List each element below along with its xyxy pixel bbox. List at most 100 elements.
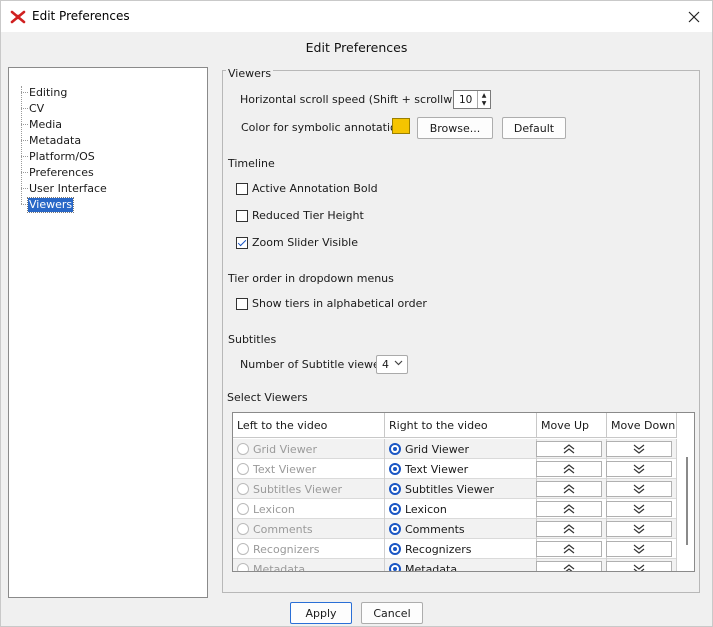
default-button[interactable]: Default	[502, 117, 566, 139]
column-header-left[interactable]: Left to the video	[233, 413, 385, 438]
sidebar-item-label: Media	[29, 117, 63, 131]
sidebar-item-viewers[interactable]: Viewers	[21, 196, 75, 213]
column-header-move-down[interactable]: Move Down	[607, 413, 677, 438]
left-radio[interactable]	[237, 503, 249, 515]
left-viewer-name: Comments	[253, 522, 313, 536]
column-header-move-up[interactable]: Move Up	[537, 413, 607, 438]
scroll-speed-spinner[interactable]: 10 ▲ ▼	[453, 90, 491, 109]
scrollbar-thumb[interactable]	[686, 457, 688, 545]
move-down-button[interactable]	[606, 521, 672, 537]
table-header: Left to the video Right to the video Mov…	[233, 413, 677, 438]
left-radio[interactable]	[237, 543, 249, 555]
reduced-tier-height-label: Reduced Tier Height	[252, 209, 364, 222]
left-viewer-name: Recognizers	[253, 542, 320, 556]
table-row: Metadata Metadata	[233, 559, 677, 571]
sidebar-item-label: Metadata	[29, 133, 82, 147]
reduced-tier-height-checkbox[interactable]	[236, 210, 248, 222]
right-radio[interactable]	[389, 483, 401, 495]
right-radio[interactable]	[389, 543, 401, 555]
move-up-cell	[536, 439, 607, 459]
left-video-cell[interactable]: Metadata	[233, 559, 385, 571]
spinner-down-icon[interactable]: ▼	[478, 99, 490, 107]
spinner-up-icon[interactable]: ▲	[478, 91, 490, 99]
subtitle-count-select[interactable]: 4	[376, 355, 408, 374]
table-scrollbar[interactable]	[678, 439, 694, 571]
move-down-button[interactable]	[606, 461, 672, 477]
right-viewer-name: Subtitles Viewer	[405, 482, 495, 496]
move-up-button[interactable]	[536, 541, 602, 557]
right-video-cell[interactable]: Grid Viewer	[385, 439, 537, 459]
sidebar-item-media[interactable]: Media	[21, 117, 63, 132]
move-up-cell	[536, 539, 607, 559]
left-video-cell[interactable]: Text Viewer	[233, 459, 385, 479]
right-video-cell[interactable]: Lexicon	[385, 499, 537, 519]
sidebar-item-platform-os[interactable]: Platform/OS	[21, 149, 96, 164]
cancel-button[interactable]: Cancel	[361, 602, 423, 624]
sidebar-item-editing[interactable]: Editing	[21, 85, 68, 100]
left-radio[interactable]	[237, 443, 249, 455]
viewers-table: Left to the video Right to the video Mov…	[232, 412, 695, 572]
left-radio[interactable]	[237, 563, 249, 571]
table-row: Lexicon Lexicon	[233, 499, 677, 519]
move-down-button[interactable]	[606, 501, 672, 517]
left-video-cell[interactable]: Grid Viewer	[233, 439, 385, 459]
right-radio[interactable]	[389, 443, 401, 455]
sidebar-item-label: Platform/OS	[29, 149, 95, 163]
move-up-button[interactable]	[536, 501, 602, 517]
move-down-button[interactable]	[606, 441, 672, 457]
right-video-cell[interactable]: Metadata	[385, 559, 537, 571]
double-chevron-up-icon	[563, 464, 575, 474]
right-radio[interactable]	[389, 563, 401, 571]
move-up-cell	[536, 499, 607, 519]
column-header-right[interactable]: Right to the video	[385, 413, 537, 438]
tree-connector	[21, 140, 28, 141]
move-up-button[interactable]	[536, 461, 602, 477]
move-down-button[interactable]	[606, 541, 672, 557]
left-radio[interactable]	[237, 523, 249, 535]
right-radio[interactable]	[389, 503, 401, 515]
right-video-cell[interactable]: Recognizers	[385, 539, 537, 559]
right-radio[interactable]	[389, 523, 401, 535]
left-radio[interactable]	[237, 483, 249, 495]
scroll-speed-value: 10	[459, 94, 473, 106]
tree-connector	[21, 188, 28, 189]
preferences-dialog: Edit Preferences Edit Preferences Editin…	[0, 0, 713, 627]
sidebar-item-user-interface[interactable]: User Interface	[21, 181, 108, 196]
move-up-button[interactable]	[536, 521, 602, 537]
right-radio[interactable]	[389, 463, 401, 475]
left-video-cell[interactable]: Lexicon	[233, 499, 385, 519]
move-up-button[interactable]	[536, 481, 602, 497]
double-chevron-up-icon	[563, 524, 575, 534]
right-viewer-name: Lexicon	[405, 502, 447, 516]
move-down-cell	[606, 479, 677, 499]
sidebar-item-label: User Interface	[29, 181, 107, 195]
close-button[interactable]	[679, 5, 709, 29]
sidebar-item-cv[interactable]: CV	[21, 101, 45, 116]
left-video-cell[interactable]: Comments	[233, 519, 385, 539]
right-video-cell[interactable]: Comments	[385, 519, 537, 539]
timeline-heading: Timeline	[228, 157, 275, 170]
left-video-cell[interactable]: Subtitles Viewer	[233, 479, 385, 499]
move-up-cell	[536, 479, 607, 499]
left-viewer-name: Grid Viewer	[253, 442, 317, 456]
move-up-button[interactable]	[536, 561, 602, 571]
apply-button[interactable]: Apply	[290, 602, 352, 624]
move-down-button[interactable]	[606, 481, 672, 497]
zoom-slider-visible-checkbox[interactable]	[236, 237, 248, 249]
active-annotation-bold-checkbox[interactable]	[236, 183, 248, 195]
left-video-cell[interactable]: Recognizers	[233, 539, 385, 559]
move-down-button[interactable]	[606, 561, 672, 571]
sidebar-item-preferences[interactable]: Preferences	[21, 165, 95, 180]
move-up-button[interactable]	[536, 441, 602, 457]
move-up-cell	[536, 519, 607, 539]
alphabetical-order-checkbox[interactable]	[236, 298, 248, 310]
double-chevron-up-icon	[563, 564, 575, 571]
right-video-cell[interactable]: Text Viewer	[385, 459, 537, 479]
move-down-cell	[606, 499, 677, 519]
left-radio[interactable]	[237, 463, 249, 475]
right-video-cell[interactable]: Subtitles Viewer	[385, 479, 537, 499]
category-tree: Editing CV Media Metadata Platform/OS Pr…	[8, 67, 208, 598]
tree-connector	[21, 108, 28, 109]
sidebar-item-metadata[interactable]: Metadata	[21, 133, 82, 148]
browse-button[interactable]: Browse...	[417, 117, 493, 139]
